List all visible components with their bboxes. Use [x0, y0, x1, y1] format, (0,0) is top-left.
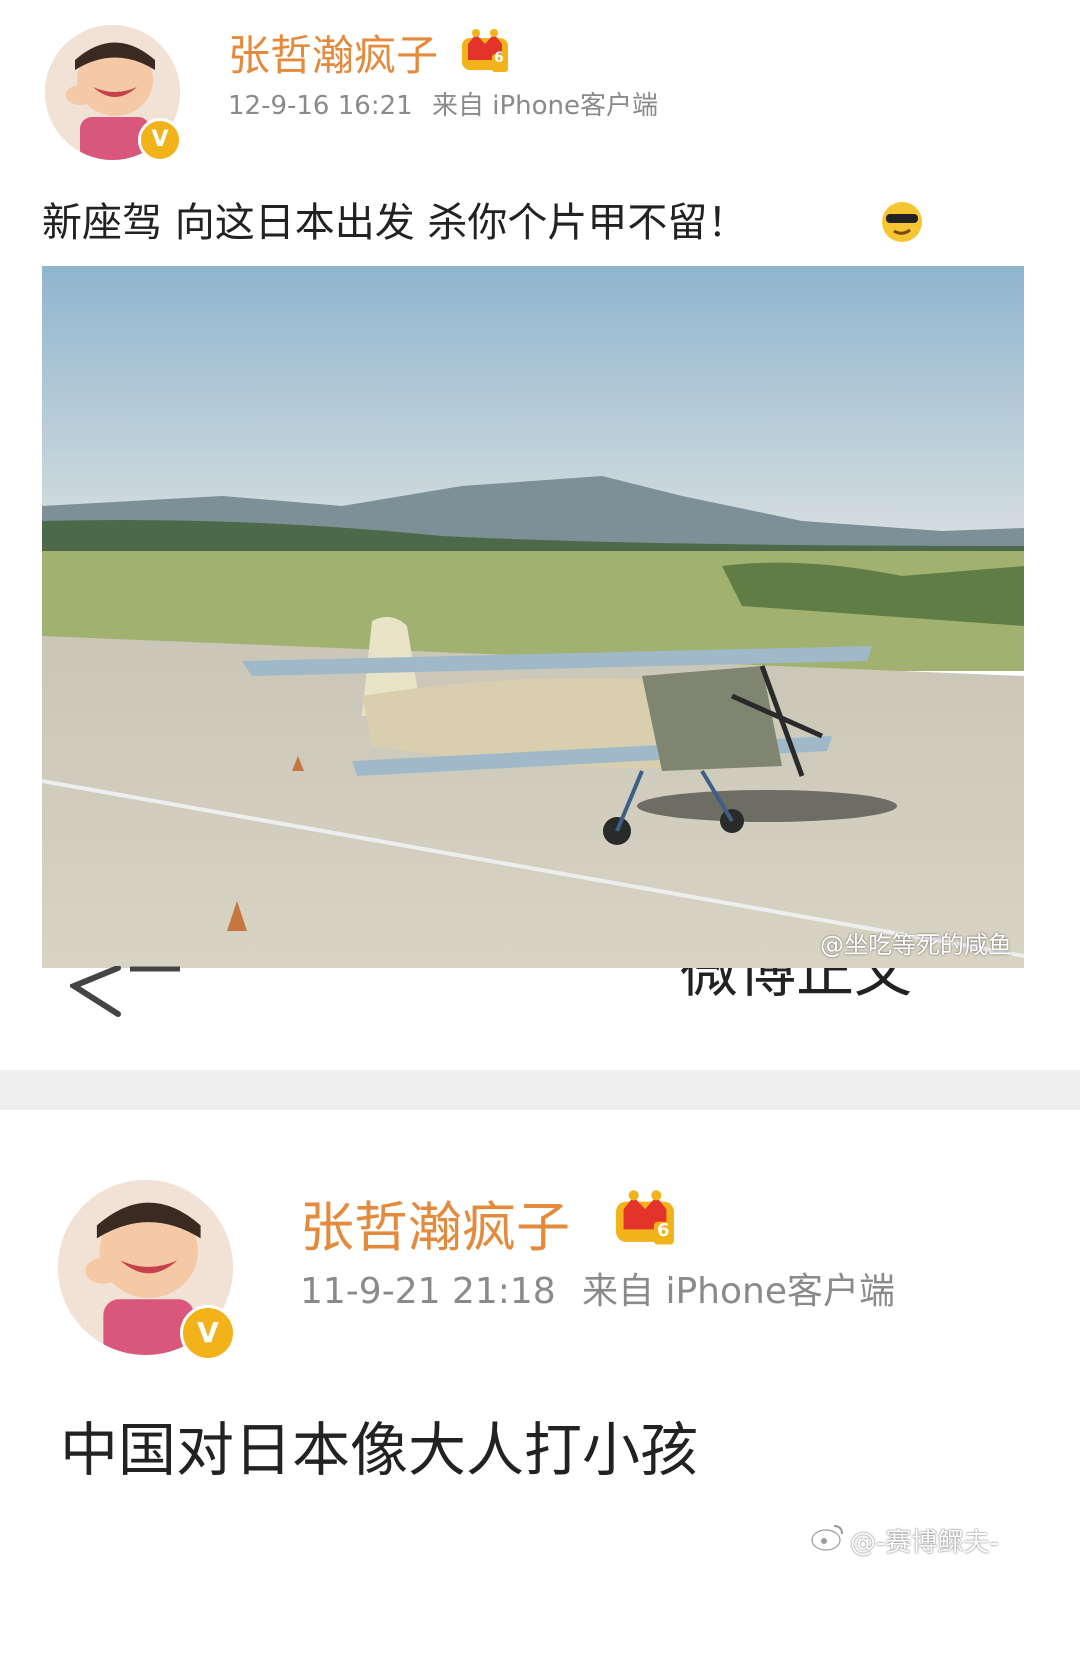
post-card-1: V 张哲瀚疯子 6 12-9-16 16:21 来自 iPhone客户端 新座驾… [0, 0, 1080, 1070]
vip-crown-icon [616, 1190, 674, 1245]
post-timestamp: 12-9-16 16:21 [228, 91, 413, 121]
post-source: 来自 iPhone客户端 [582, 1271, 895, 1312]
airplane-photo [42, 266, 1024, 968]
post-source: 来自 iPhone客户端 [432, 91, 659, 121]
verified-badge-icon: V [180, 1305, 236, 1361]
vip-level: 6 [657, 1220, 670, 1241]
back-icon[interactable] [70, 966, 180, 1026]
weibo-logo-icon [810, 1522, 846, 1552]
post-card-2: V 张哲瀚疯子 6 11-9-21 21:18 来自 iPhone客户端 中国对… [0, 1110, 1080, 1656]
page-title-partial: 微博正文 [680, 968, 913, 1005]
verified-badge-icon: V [138, 118, 182, 162]
cool-sunglasses-emoji-icon [880, 200, 924, 244]
post-divider [0, 1070, 1080, 1110]
post-image[interactable]: @坐吃等死的咸鱼 [42, 266, 1024, 968]
post-username[interactable]: 张哲瀚疯子 [300, 1194, 570, 1262]
vip-level: 6 [494, 50, 504, 66]
footer-watermark: @-赛博鳏夫- [850, 1528, 999, 1558]
image-watermark: @坐吃等死的咸鱼 [820, 931, 1012, 959]
post-timestamp: 11-9-21 21:18 [300, 1271, 556, 1312]
post-text: 中国对日本像大人打小孩 [60, 1416, 699, 1484]
post-username[interactable]: 张哲瀚疯子 [228, 28, 438, 84]
post-text: 新座驾 向这日本出发 杀你个片甲不留！ [42, 200, 748, 246]
vip-crown-icon [462, 29, 508, 72]
